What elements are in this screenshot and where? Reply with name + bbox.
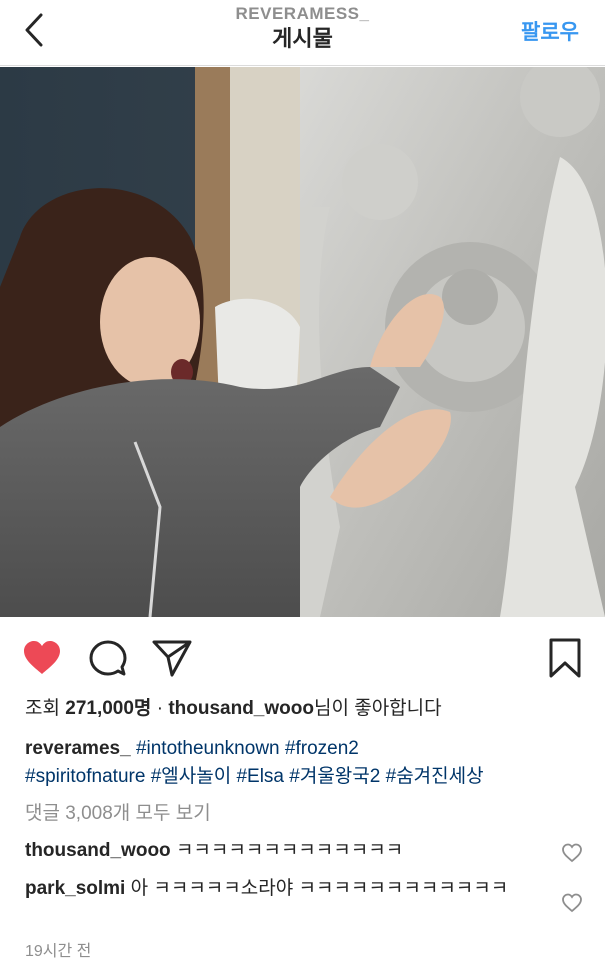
title-block: REVERAMESS_ 게시물 [0,4,605,54]
comment-username[interactable]: park_solmi [25,878,125,899]
comment-username[interactable]: thousand_wooo [25,840,171,861]
view-all-comments-link[interactable]: 댓글 3,008개 모두 보기 [25,798,211,825]
hashtag[interactable]: #겨울왕국2 [289,766,380,787]
liked-text: 님이 좋아합니다 [313,698,442,719]
hashtag[interactable]: #Elsa [236,766,284,787]
comment-icon [89,640,127,676]
post-photo[interactable] [0,67,605,617]
likes-line: 조회 271,000명 · thousand_wooo님이 좋아합니다 [25,697,442,721]
hashtag[interactable]: #엘사놀이 [151,766,232,787]
comment-text: ㅋㅋㅋㅋㅋㅋㅋㅋㅋㅋㅋㅋㅋ [175,840,404,861]
comment-like-button[interactable] [559,890,585,916]
page-title: 게시물 [272,26,333,51]
comment-item: park_solmi 아 ㅋㅋㅋㅋㅋ소라야 ㅋㅋㅋㅋㅋㅋㅋㅋㅋㅋㅋㅋ [25,876,550,902]
top-nav-bar: REVERAMESS_ 게시물 팔로우 [0,0,605,66]
hashtag[interactable]: #숨겨진세상 [386,766,484,787]
heart-filled-icon [24,641,60,674]
views-count[interactable]: 271,000명 [65,698,151,719]
caption-username[interactable]: reverames_ [25,738,131,759]
follow-button[interactable]: 팔로우 [521,16,579,46]
bookmark-icon [549,638,581,678]
comment-heart-icon [562,843,582,863]
hashtag[interactable]: #frozen2 [285,738,359,759]
views-label: 조회 [25,698,60,719]
header-username[interactable]: REVERAMESS_ [0,4,605,24]
save-button[interactable] [543,636,587,680]
comment-text: 아 ㅋㅋㅋㅋㅋ소라야 ㅋㅋㅋㅋㅋㅋㅋㅋㅋㅋㅋㅋ [130,878,509,899]
post-timestamp: 19시간 전 [25,943,92,960]
liker-username[interactable]: thousand_wooo [168,698,314,719]
comment-item: thousand_wooo ㅋㅋㅋㅋㅋㅋㅋㅋㅋㅋㅋㅋㅋ [25,838,550,864]
hashtag[interactable]: #spiritofnature [25,766,145,787]
comment-heart-icon [562,893,582,913]
post-actions [0,630,605,684]
share-icon [152,640,192,677]
like-button[interactable] [20,636,64,680]
post-photo-scene [0,67,605,617]
share-button[interactable] [150,636,194,680]
separator: · [156,698,164,719]
comment-button[interactable] [86,636,130,680]
caption: reverames_ #intotheunknown #frozen2 #spi… [25,735,585,791]
hashtag[interactable]: #intotheunknown [136,738,280,759]
comment-like-button[interactable] [559,840,585,866]
